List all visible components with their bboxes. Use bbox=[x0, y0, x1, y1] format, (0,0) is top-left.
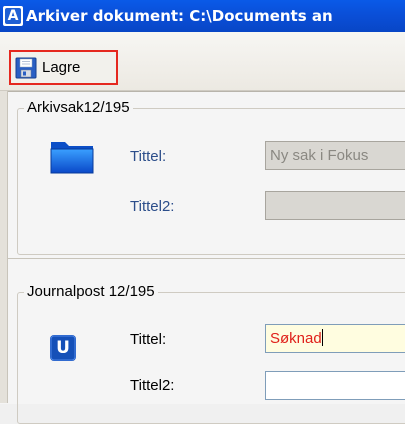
folder-icon bbox=[50, 142, 94, 174]
journalpost-tittel-value: Søknad bbox=[270, 330, 322, 347]
arkivsak-group: Arkivsak12/195 bbox=[17, 99, 405, 255]
save-button[interactable]: Lagre bbox=[9, 50, 118, 85]
arkivsak-tittel2-label: Tittel2: bbox=[130, 198, 175, 215]
arkivsak-legend: Arkivsak12/195 bbox=[24, 99, 133, 117]
journalpost-legend: Journalpost 12/195 bbox=[24, 283, 158, 301]
window-title: Arkiver dokument: C:\Documents an bbox=[26, 7, 333, 25]
journalpost-tittel2-label: Tittel2: bbox=[130, 377, 175, 394]
content-area: Arkivsak12/195 Tittel: Ny sak i Fokus Ti… bbox=[0, 91, 405, 424]
journalpost-tittel-field[interactable]: Søknad bbox=[265, 324, 405, 353]
app-icon-letter: A bbox=[5, 8, 21, 24]
floppy-disk-icon bbox=[15, 57, 37, 78]
u-badge-letter: U bbox=[56, 338, 70, 358]
window-left-edge bbox=[0, 91, 8, 403]
arkivsak-tittel-field[interactable]: Ny sak i Fokus bbox=[265, 141, 405, 170]
journalpost-tittel-label: Tittel: bbox=[130, 331, 167, 348]
title-bar[interactable]: A Arkiver dokument: C:\Documents an bbox=[0, 0, 405, 32]
app-icon[interactable]: A bbox=[3, 6, 23, 26]
section-divider bbox=[8, 258, 405, 259]
text-caret bbox=[321, 329, 323, 346]
arkivsak-tittel-label: Tittel: bbox=[130, 148, 167, 165]
arkivsak-tittel2-field[interactable] bbox=[265, 191, 405, 220]
save-label: Lagre bbox=[42, 59, 81, 76]
journalpost-tittel2-field[interactable] bbox=[265, 371, 405, 400]
